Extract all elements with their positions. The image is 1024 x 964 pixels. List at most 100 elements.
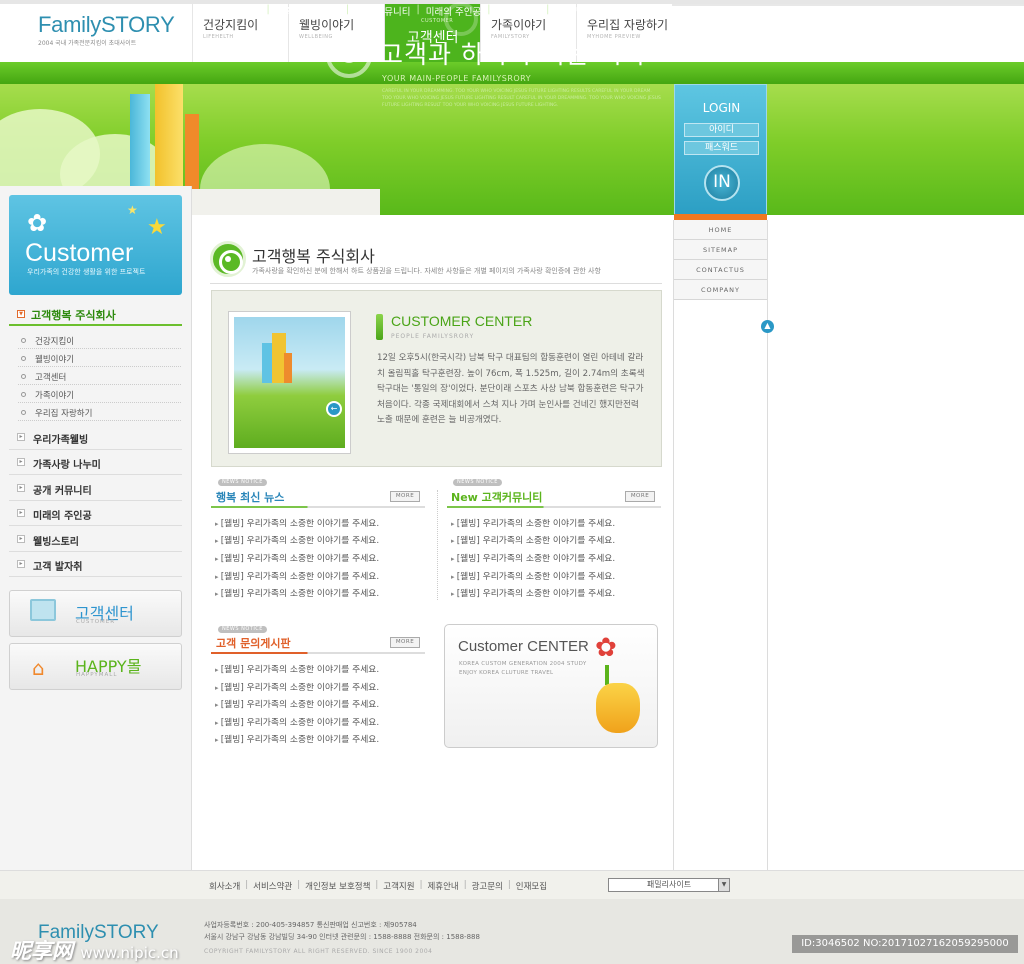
site-tagline: 2004 국내 가족전문지킴이 초대사이트 bbox=[38, 40, 137, 47]
center-title: CUSTOMER CENTER bbox=[391, 313, 533, 329]
left-subnav-item[interactable]: 웰빙이야기 bbox=[18, 350, 181, 367]
left-subnav-label: 건강지킴이 bbox=[35, 337, 75, 347]
rmenu-home[interactable]: HOME bbox=[674, 220, 767, 240]
footer-link[interactable]: 고객지원 bbox=[378, 880, 419, 892]
list-item[interactable]: [웰빙] 우리가족의 소중한 이야기를 주세요. bbox=[215, 697, 379, 710]
building-icon bbox=[130, 94, 150, 189]
watermark-url: www.nipic.cn bbox=[80, 944, 179, 962]
list-item[interactable]: [웰빙] 우리가족의 소중한 이야기를 주세요. bbox=[451, 516, 615, 529]
left-subnav-item[interactable]: 고객센터 bbox=[18, 368, 181, 385]
footer-copyright: COPYRIGHT FAMILYSTORY ALL RIGHT RESERVED… bbox=[204, 948, 433, 955]
subnav-item[interactable]: 고객 발자취 bbox=[549, 4, 608, 18]
subnav-item[interactable]: 공개 커뮤니티 bbox=[349, 4, 416, 18]
list-item[interactable]: [웰빙] 우리가족의 소중한 이야기를 주세요. bbox=[215, 533, 379, 546]
site-logo[interactable]: FamilySTORY bbox=[38, 12, 175, 38]
login-id-input[interactable]: 아이디 bbox=[684, 123, 759, 137]
rmenu-contactus[interactable]: CONTACTUS bbox=[674, 260, 767, 280]
list-item[interactable]: [웰빙] 우리가족의 소중한 이야기를 주세요. bbox=[451, 533, 615, 546]
building-icon bbox=[284, 353, 292, 383]
flower-icon: ✿ bbox=[595, 633, 617, 663]
subnav-item[interactable]: 웰빙스토리 bbox=[490, 4, 546, 18]
section-tag: NEWS NOTICE bbox=[218, 479, 267, 486]
more-button[interactable]: MORE bbox=[390, 491, 420, 502]
rmenu-company[interactable]: COMPANY bbox=[674, 280, 767, 300]
login-title: LOGIN bbox=[702, 101, 741, 115]
left-nav-item[interactable]: ▸ 가족사랑 나누미 bbox=[9, 450, 182, 475]
section-underline bbox=[447, 506, 661, 508]
gnav-label: 웰빙이야기 bbox=[299, 18, 355, 32]
footer-info-line: 사업자등록번호 : 200-405-394857 통신판매업 신고번호 : 제9… bbox=[204, 921, 417, 929]
list-item[interactable]: [웰빙] 우리가족의 소중한 이야기를 주세요. bbox=[215, 551, 379, 564]
customer-center-banner[interactable]: 고객센터 CUSTOMER bbox=[9, 590, 182, 637]
family-site-select[interactable]: 패밀리사이트 ▼ bbox=[608, 878, 730, 892]
footer-link[interactable]: 개인정보 보호정책 bbox=[300, 880, 375, 892]
list-item[interactable]: [웰빙] 우리가족의 소중한 이야기를 주세요. bbox=[451, 586, 615, 599]
left-nav-label: 고객 발자취 bbox=[33, 562, 83, 573]
list-item[interactable]: [웰빙] 우리가족의 소중한 이야기를 주세요. bbox=[451, 551, 615, 564]
footer-link[interactable]: 인재모집 bbox=[511, 880, 552, 892]
list-item[interactable]: [웰빙] 우리가족의 소중한 이야기를 주세요. bbox=[215, 662, 379, 675]
promo-line: ENJOY KOREA CLUTURE TRAVEL bbox=[459, 670, 554, 676]
more-button[interactable]: MORE bbox=[625, 491, 655, 502]
subnav-item[interactable]: 미래의 주인공 bbox=[420, 4, 487, 18]
left-nav-item[interactable]: ▸ 공개 커뮤니티 bbox=[9, 476, 182, 501]
left-nav-active[interactable]: ▼ 고객행복 주식회사 bbox=[9, 302, 182, 326]
list-item[interactable]: [웰빙] 우리가족의 소중한 이야기를 주세요. bbox=[215, 732, 379, 745]
gnav-label: 가족이야기 bbox=[491, 18, 547, 32]
footer-links: 회사소개 | 서비스약관 | 개인정보 보호정책 | 고객지원 | 제휴안내 | 광고문의… bbox=[204, 880, 552, 892]
footer-link[interactable]: 광고문의 bbox=[467, 880, 508, 892]
footer-link[interactable]: 회사소개 bbox=[204, 880, 245, 892]
list-item[interactable]: [웰빙] 우리가족의 소중한 이야기를 주세요. bbox=[215, 569, 379, 582]
star-icon: ★ bbox=[147, 215, 167, 240]
left-nav-label: 공개 커뮤니티 bbox=[33, 486, 92, 497]
customer-title: Customer bbox=[25, 239, 134, 267]
scroll-top-icon[interactable]: ▲ bbox=[761, 320, 774, 333]
bullet-icon bbox=[21, 392, 26, 397]
section-title[interactable]: 행복 최신 뉴스 bbox=[216, 489, 284, 505]
list-item[interactable]: [웰빙] 우리가족의 소중한 이야기를 주세요. bbox=[215, 680, 379, 693]
list-item[interactable]: [웰빙] 우리가족의 소중한 이야기를 주세요. bbox=[451, 569, 615, 582]
login-password-input[interactable]: 패스워드 bbox=[684, 141, 759, 155]
footer-link[interactable]: 제휴안내 bbox=[422, 880, 463, 892]
banner-en: HAPPYMALL bbox=[76, 672, 118, 678]
arrow-right-icon: ▸ bbox=[17, 509, 25, 517]
gnav-en: LIFEHELTH bbox=[203, 34, 234, 40]
footer-link[interactable]: 서비스약관 bbox=[248, 880, 297, 892]
left-subnav-item[interactable]: 우리집 자랑하기 bbox=[18, 404, 181, 421]
left-subnav-item[interactable]: 가족이야기 bbox=[18, 386, 181, 403]
left-nav-label: 웰빙스토리 bbox=[33, 537, 79, 548]
login-button[interactable]: IN bbox=[704, 165, 740, 201]
section-title[interactable]: 고객 문의게시판 bbox=[216, 635, 291, 651]
arrow-right-icon: ▸ bbox=[17, 535, 25, 543]
banner-copy: CAREFUL IN YOUR DREAMMING. TOO YOUR WHO … bbox=[382, 89, 661, 108]
list-item[interactable]: [웰빙] 우리가족의 소중한 이야기를 주세요. bbox=[215, 586, 379, 599]
left-nav-item[interactable]: ▸ 미래의 주인공 bbox=[9, 501, 182, 526]
left-nav-item[interactable]: ▸ 고객 발자취 bbox=[9, 552, 182, 577]
left-nav-active-label: 고객행복 주식회사 bbox=[31, 309, 116, 322]
section-title[interactable]: New 고객커뮤니티 bbox=[451, 489, 542, 505]
building-icon bbox=[185, 114, 199, 194]
monitor-icon bbox=[30, 599, 56, 621]
section-underline bbox=[211, 652, 425, 654]
house-icon: ⌂ bbox=[32, 656, 45, 680]
section-tag: NEWS NOTICE bbox=[218, 626, 267, 633]
list-item[interactable]: [웰빙] 우리가족의 소중한 이야기를 주세요. bbox=[215, 715, 379, 728]
bullet-icon bbox=[21, 356, 26, 361]
subnav-item[interactable]: 우리가족웰빙 bbox=[202, 4, 266, 18]
left-nav-item[interactable]: ▸ 우리가족웰빙 bbox=[9, 425, 182, 450]
rmenu-sitemap[interactable]: SITEMAP bbox=[674, 240, 767, 260]
center-subtitle: PEOPLE FAMILYSRORY bbox=[391, 333, 475, 340]
center-body: 12일 오후5시(한국시각) 남북 탁구 대표팀의 합동훈련이 열린 아테네 갈… bbox=[377, 353, 645, 425]
arrow-right-icon: ▸ bbox=[17, 433, 25, 441]
happy-mall-banner[interactable]: ⌂ HAPPY몰 HAPPYMALL bbox=[9, 643, 182, 690]
building-icon bbox=[155, 84, 183, 194]
gnav-label: 우리집 자랑하기 bbox=[587, 18, 669, 32]
left-subnav-label: 웰빙이야기 bbox=[35, 355, 75, 365]
left-subnav-label: 가족이야기 bbox=[35, 391, 75, 401]
list-item[interactable]: [웰빙] 우리가족의 소중한 이야기를 주세요. bbox=[215, 516, 379, 529]
chevron-down-icon: ▼ bbox=[718, 879, 729, 891]
left-nav-item[interactable]: ▸ 웰빙스토리 bbox=[9, 527, 182, 552]
left-subnav-item[interactable]: 건강지킴이 bbox=[18, 332, 181, 349]
subnav-item[interactable]: 가족사랑 나누미 bbox=[270, 4, 346, 18]
more-button[interactable]: MORE bbox=[390, 637, 420, 648]
